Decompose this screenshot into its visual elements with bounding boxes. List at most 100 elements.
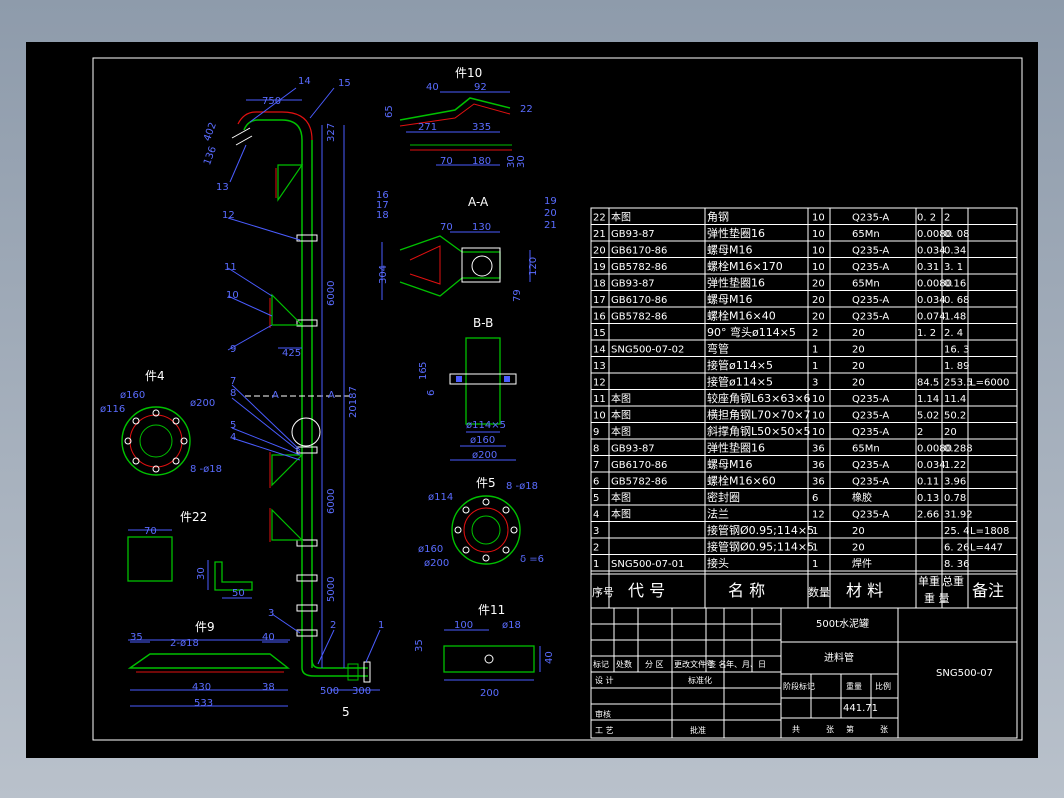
- view-title: B-B: [473, 316, 493, 330]
- dim-label: 271: [418, 122, 437, 133]
- bom-cell: 22: [593, 213, 606, 224]
- section-mark: A: [328, 390, 335, 401]
- header-qty: 数量: [808, 586, 830, 599]
- bom-cell: 焊件: [852, 558, 872, 570]
- bom-cell: 3.96: [944, 477, 966, 488]
- dim-label: 79: [512, 289, 523, 302]
- dim-label: 70: [440, 222, 453, 233]
- bom-cell: 9: [593, 427, 599, 438]
- dim-label: 6: [426, 390, 437, 396]
- dim-label: 200: [480, 688, 499, 699]
- dim-label: 8 -ø18: [506, 481, 538, 492]
- section-mark: A: [272, 390, 279, 401]
- bom-cell: 20: [812, 279, 825, 290]
- drawing-number: SNG500-07: [936, 668, 993, 679]
- bom-cell: 0.034: [917, 246, 946, 257]
- bom-cell: 本图: [611, 425, 631, 438]
- dim-label: ø116: [100, 404, 125, 415]
- dim-label: 425: [282, 348, 301, 359]
- bom-cell: 20: [944, 427, 957, 438]
- bom-cell: GB6170-86: [611, 295, 667, 306]
- bom-cell: 螺栓M16×40: [707, 309, 776, 323]
- bom-cell: 接管ø114×5: [707, 358, 773, 372]
- dim-label: 5000: [326, 577, 337, 602]
- dim-label: 335: [472, 122, 491, 133]
- dim-label: ø200: [424, 558, 449, 569]
- bom-cell: 0.034: [917, 295, 946, 306]
- dim-label: 304: [378, 265, 389, 284]
- view-mark: 5: [342, 705, 350, 719]
- weight-value: 441.71: [843, 703, 878, 714]
- bom-cell: 角钢: [707, 211, 729, 224]
- label-standardization: 标准化: [688, 675, 712, 685]
- dim-label: 750: [262, 96, 281, 107]
- dim-label: 533: [194, 698, 213, 709]
- view-title: 件5: [476, 476, 496, 490]
- bom-cell: 0.11: [917, 477, 939, 488]
- bom-cell: 65Mn: [852, 279, 880, 290]
- bom-cell: 0.074: [917, 312, 946, 323]
- part-callout: 5: [230, 420, 236, 431]
- part-callout: 13: [216, 182, 229, 193]
- bom-cell: 20: [852, 361, 865, 372]
- bom-cell: 90° 弯头ø114×5: [707, 325, 796, 339]
- bom-cell: 21: [593, 229, 606, 240]
- dim-label: ø200: [190, 398, 215, 409]
- dim-label: 100: [454, 620, 473, 631]
- bom-cell: 0. 2: [917, 213, 936, 224]
- bom-cell: 2. 4: [944, 328, 963, 339]
- bom-cell: 橡胶: [852, 491, 872, 504]
- bom-cell: 弹性垫圈16: [707, 226, 765, 240]
- bom-cell: 16. 3: [944, 345, 969, 356]
- bom-cell: 10: [812, 213, 825, 224]
- bom-cell: 12: [593, 378, 606, 389]
- bom-cell: 10: [812, 411, 825, 422]
- bom-cell: 0.34: [944, 246, 966, 257]
- bom-cell: Q235-A: [852, 312, 889, 323]
- bom-cell: 2: [917, 427, 923, 438]
- bom-cell: GB5782-86: [611, 262, 667, 273]
- bom-cell: Q235-A: [852, 411, 889, 422]
- view-title: 件22: [180, 510, 207, 524]
- label-scale: 比例: [875, 681, 891, 691]
- view-title: A-A: [468, 195, 489, 209]
- bom-cell: 25. 4: [944, 526, 969, 537]
- label-process: 工 艺: [595, 726, 614, 735]
- bom-cell: L=447: [970, 543, 1003, 554]
- bom-cell: Q235-A: [852, 213, 889, 224]
- bom-cell: 11.4: [944, 394, 966, 405]
- bom-cell: 1: [812, 543, 818, 554]
- dim-label: ø200: [472, 450, 497, 461]
- part-callout: 11: [224, 262, 237, 273]
- bom-cell: 20: [852, 543, 865, 554]
- bom-cell: 螺母M16: [707, 293, 753, 306]
- dim-label: 30: [516, 155, 527, 168]
- bom-cell: 接管钢Ø0.95;114×5: [707, 540, 814, 554]
- bom-cell: 5.02: [917, 411, 939, 422]
- bom-cell: 1. 89: [944, 361, 969, 372]
- part-callout: 14: [298, 76, 311, 87]
- bom-cell: 10: [812, 394, 825, 405]
- dim-label: 35: [414, 639, 425, 652]
- dim-label: 40: [426, 82, 439, 93]
- cad-drawing: 750 14 15 402 136 13 12 327 11 10 9 425 …: [26, 42, 1038, 758]
- bom-cell: Q235-A: [852, 295, 889, 306]
- dim-label: 16: [418, 367, 429, 380]
- bom-cell: 斜撑角钢L50×50×5: [707, 424, 811, 438]
- drawing-name: 进料管: [824, 651, 854, 664]
- bom-cell: 2: [944, 213, 950, 224]
- bom-cell: 本图: [611, 392, 631, 405]
- dim-label: ø114×5: [466, 420, 506, 431]
- bom-cell: 10: [593, 411, 606, 422]
- dim-label: 92: [474, 82, 487, 93]
- bom-cell: 接管ø114×5: [707, 375, 773, 389]
- bom-cell: 8: [593, 444, 599, 455]
- bom-cell: 1. 2: [917, 328, 936, 339]
- project-name: 500t水泥罐: [816, 617, 869, 630]
- dim-label: 5: [418, 362, 429, 368]
- part-callout: 7: [230, 376, 236, 387]
- dim-label: 20187: [348, 386, 359, 418]
- bom-cell: Q235-A: [852, 477, 889, 488]
- bom-cell: 5: [593, 493, 599, 504]
- bom-cell: 弹性垫圈16: [707, 441, 765, 455]
